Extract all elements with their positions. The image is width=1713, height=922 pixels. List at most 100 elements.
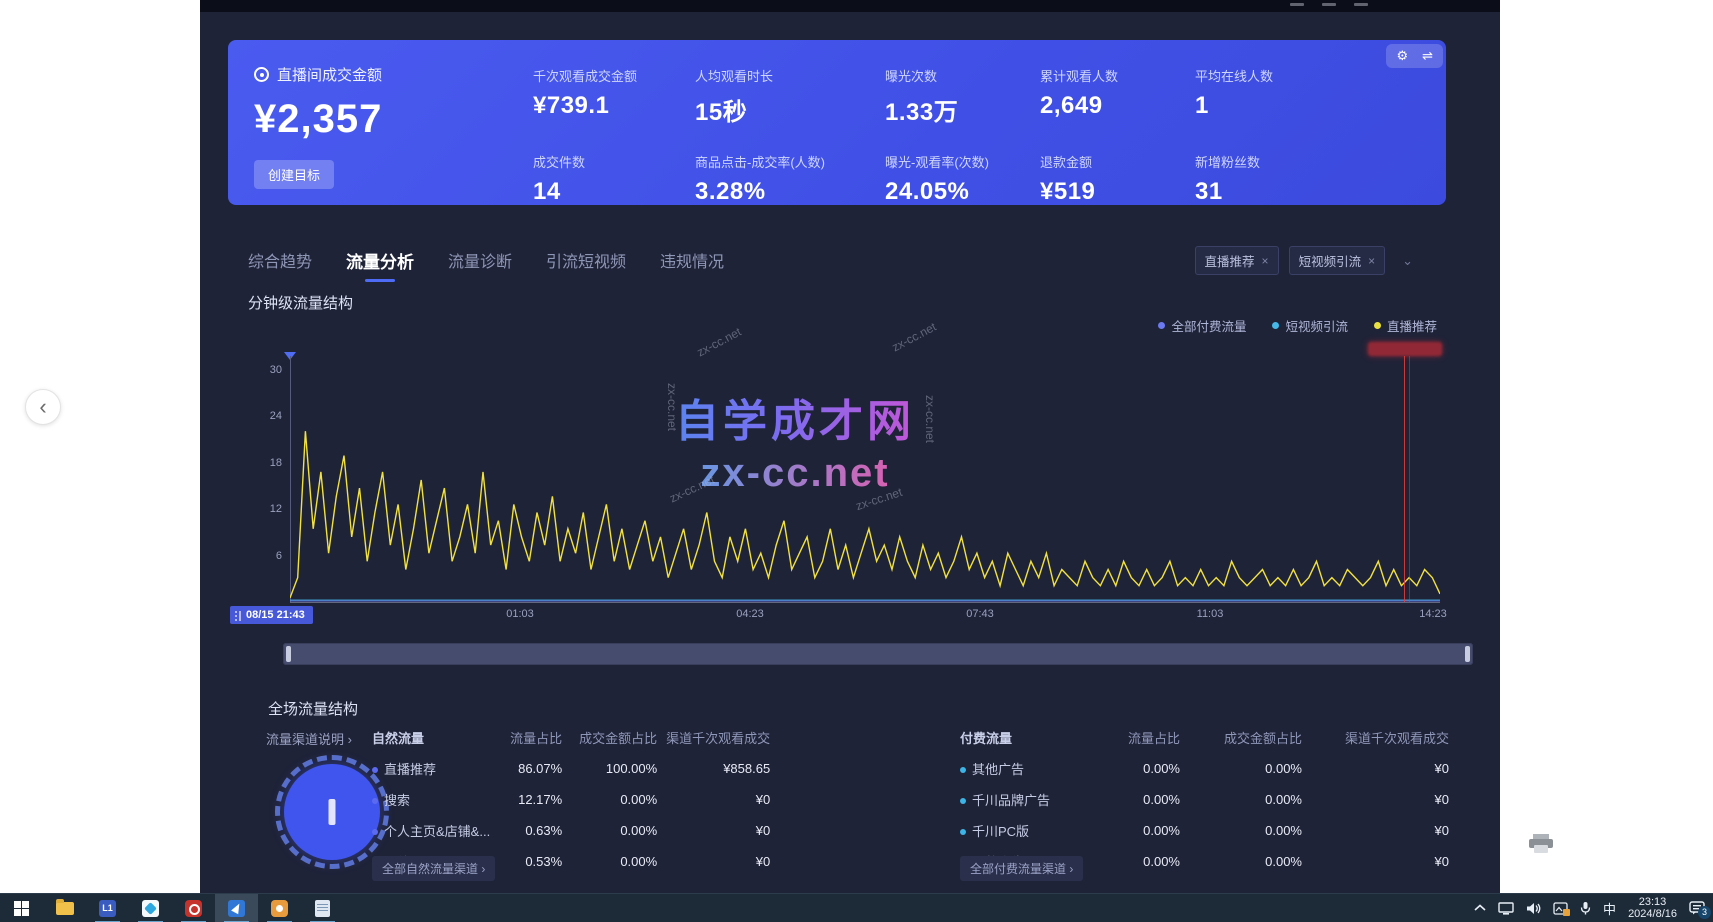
legend-item[interactable]: 全部付费流量 bbox=[1158, 316, 1246, 335]
col-header: 流量占比 bbox=[490, 722, 562, 753]
table-header: 付费流量 bbox=[960, 722, 1072, 753]
network-icon[interactable] bbox=[1498, 902, 1514, 915]
tray-time: 23:13 bbox=[1628, 896, 1677, 908]
speaker-icon[interactable] bbox=[1526, 902, 1541, 915]
tab-short-video[interactable]: 引流短视频 bbox=[546, 248, 626, 282]
window-titlebar bbox=[200, 0, 1500, 12]
x-axis-labels: 08/15 21:43 01:03 04:23 07:43 11:03 14:2… bbox=[200, 608, 1500, 628]
table-header: 自然流量 bbox=[372, 722, 490, 753]
col-header: 成交金额占比 bbox=[1180, 722, 1302, 753]
ime-indicator[interactable]: 中 bbox=[1603, 899, 1616, 918]
x-tick: 07:43 bbox=[966, 608, 994, 620]
swap-icon[interactable]: ⇌ bbox=[1422, 48, 1433, 64]
tab-overall-trend[interactable]: 综合趋势 bbox=[248, 248, 312, 282]
metric-cell: 退款金额¥519 bbox=[1040, 152, 1195, 206]
col-header: 渠道千次观看成交 bbox=[1302, 722, 1449, 753]
screenshot-tool-icon[interactable] bbox=[1553, 902, 1568, 915]
channel-info-link[interactable]: 流量渠道说明 › bbox=[266, 729, 352, 748]
taskbar-item-app2[interactable] bbox=[129, 894, 172, 922]
notification-badge: 3 bbox=[1698, 906, 1711, 919]
table-row: 其他广告 0.00%0.00%¥0 bbox=[960, 753, 1449, 784]
gear-icon[interactable]: ⚙ bbox=[1396, 48, 1408, 64]
minimize-button[interactable] bbox=[1290, 3, 1304, 6]
time-range-slider[interactable] bbox=[283, 643, 1473, 665]
slider-handle-right[interactable] bbox=[1465, 646, 1470, 662]
start-button[interactable] bbox=[0, 894, 43, 922]
taskbar-item-active-app[interactable] bbox=[215, 894, 258, 922]
watermark-small: zx-cc.net bbox=[695, 325, 744, 360]
close-icon[interactable]: × bbox=[1262, 254, 1269, 268]
maximize-button[interactable] bbox=[1322, 3, 1336, 6]
taskbar-item-app5[interactable] bbox=[258, 894, 301, 922]
series-dot bbox=[960, 767, 966, 773]
create-goal-button[interactable]: 创建目标 bbox=[254, 160, 334, 189]
filter-tag[interactable]: 短视频引流× bbox=[1289, 246, 1386, 275]
clock[interactable]: 23:13 2024/8/16 bbox=[1628, 896, 1677, 920]
taskbar-item-app3[interactable] bbox=[172, 894, 215, 922]
overall-section-title: 全场流量结构 bbox=[268, 698, 358, 719]
y-tick: 30 bbox=[248, 364, 282, 376]
table-row: 个人主页&店铺&... 0.63%0.00%¥0 bbox=[372, 815, 770, 846]
tray-expand-icon[interactable] bbox=[1474, 904, 1486, 912]
series-dot bbox=[372, 767, 378, 773]
red-app-icon bbox=[185, 900, 202, 917]
table-row: 搜索 12.17%0.00%¥0 bbox=[372, 784, 770, 815]
table-row: 直播推荐 86.07%100.00%¥858.65 bbox=[372, 753, 770, 784]
x-axis-line bbox=[290, 602, 1440, 603]
tab-violations[interactable]: 违规情况 bbox=[660, 248, 724, 282]
close-icon[interactable]: × bbox=[1368, 254, 1375, 268]
taskbar: L1 中 23:13 2024/8/16 3 bbox=[0, 893, 1713, 922]
metric-cell: 累计观看人数2,649 bbox=[1040, 66, 1195, 127]
metric-cell: 曝光-观看率(次数)24.05% bbox=[885, 152, 1040, 206]
minute-chart-title: 分钟级流量结构 bbox=[248, 292, 353, 313]
legend-item[interactable]: 短视频引流 bbox=[1272, 316, 1348, 335]
teal-app-icon bbox=[142, 900, 159, 917]
metric-cell: 平均在线人数1 bbox=[1195, 66, 1426, 127]
back-button[interactable]: ‹ bbox=[25, 389, 61, 425]
chart-legend: 全部付费流量 短视频引流 直播推荐 bbox=[1158, 316, 1437, 335]
series-dot bbox=[960, 798, 966, 804]
x-tick: 11:03 bbox=[1197, 608, 1224, 620]
kpi-main-value: ¥2,357 bbox=[254, 97, 382, 142]
watermark-small: zx-cc.net bbox=[890, 320, 939, 355]
legend-item[interactable]: 直播推荐 bbox=[1374, 316, 1437, 335]
metric-cell: 曝光次数1.33万 bbox=[885, 66, 1040, 127]
x-tick: 01:03 bbox=[506, 608, 534, 620]
stream-end-marker-line bbox=[1404, 356, 1406, 602]
filter-tag[interactable]: 直播推荐× bbox=[1195, 246, 1279, 275]
taskbar-item-notepad[interactable] bbox=[301, 894, 344, 922]
kpi-panel: ⚙ ⇌ 直播间成交金额 ¥2,357 创建目标 千次观看成交金额¥739.1 人… bbox=[228, 40, 1446, 205]
system-tray: 中 23:13 2024/8/16 3 bbox=[1474, 896, 1713, 920]
orange-app-icon bbox=[271, 900, 288, 917]
tab-bar: 综合趋势 流量分析 流量诊断 引流短视频 违规情况 bbox=[248, 248, 724, 282]
taskbar-item-explorer[interactable] bbox=[43, 894, 86, 922]
y-tick: 24 bbox=[248, 410, 282, 422]
metric-cell: 成交件数14 bbox=[533, 152, 695, 206]
all-natural-channels-link[interactable]: 全部自然流量渠道 › bbox=[372, 856, 495, 881]
col-header: 成交金额占比 bbox=[562, 722, 657, 753]
time-cursor-chip[interactable]: 08/15 21:43 bbox=[230, 606, 313, 624]
metric-cell: 商品点击-成交率(人数)3.28% bbox=[695, 152, 885, 206]
chevron-down-icon[interactable]: ⌄ bbox=[1395, 250, 1420, 272]
y-tick: 6 bbox=[248, 550, 282, 562]
y-tick: 12 bbox=[248, 503, 282, 515]
close-button[interactable] bbox=[1354, 3, 1368, 6]
target-icon bbox=[254, 67, 269, 82]
notepad-icon bbox=[315, 900, 330, 917]
notification-icon[interactable]: 3 bbox=[1689, 901, 1705, 915]
tab-traffic-diagnosis[interactable]: 流量诊断 bbox=[448, 248, 512, 282]
taskbar-item-app1[interactable]: L1 bbox=[86, 894, 129, 922]
windows-logo-icon bbox=[14, 901, 29, 916]
slider-handle-left[interactable] bbox=[286, 646, 291, 662]
printer-icon[interactable] bbox=[1528, 834, 1554, 854]
metric-cell: 新增粉丝数31 bbox=[1195, 152, 1426, 206]
all-paid-channels-link[interactable]: 全部付费流量渠道 › bbox=[960, 856, 1083, 881]
l1-app-icon: L1 bbox=[99, 900, 116, 917]
table-row: 千川品牌广告 0.00%0.00%¥0 bbox=[960, 784, 1449, 815]
kpi-title: 直播间成交金额 bbox=[277, 64, 382, 85]
microphone-icon[interactable] bbox=[1580, 901, 1591, 915]
x-tick: 04:23 bbox=[736, 608, 764, 620]
folder-icon bbox=[56, 902, 74, 915]
kpi-metrics: 千次观看成交金额¥739.1 人均观看时长15秒 曝光次数1.33万 累计观看人… bbox=[533, 66, 1426, 206]
tab-traffic-analysis[interactable]: 流量分析 bbox=[346, 248, 414, 282]
